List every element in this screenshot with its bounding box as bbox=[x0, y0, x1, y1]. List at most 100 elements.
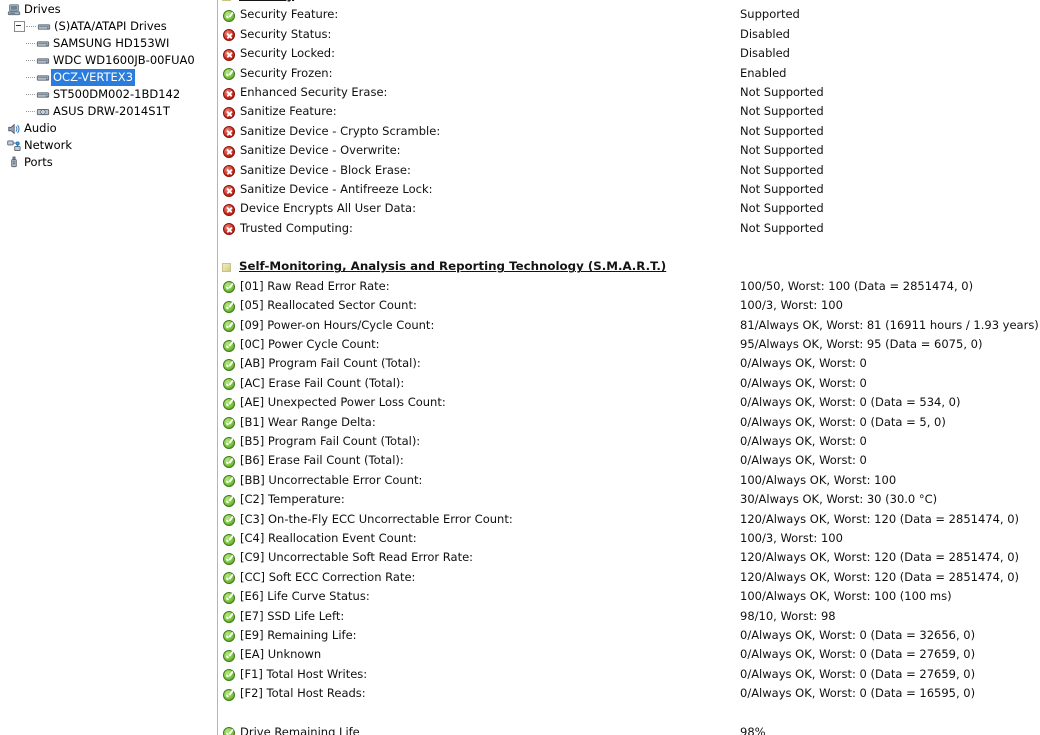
detail-value: Not Supported bbox=[740, 143, 824, 158]
detail-label: Sanitize Device - Crypto Scramble: bbox=[240, 123, 441, 138]
status-not-supported-icon bbox=[223, 223, 235, 236]
detail-value: 0/Always OK, Worst: 0 (Data = 16595, 0) bbox=[740, 686, 976, 701]
detail-row[interactable]: [F2] Total Host Reads: 0/Always OK, Worst… bbox=[218, 684, 1040, 703]
tree-collapse-toggle[interactable] bbox=[14, 21, 25, 32]
tree-item-drives[interactable]: Drives bbox=[0, 1, 217, 18]
detail-row[interactable]: [09] Power-on Hours/Cycle Count: 81/Alway… bbox=[218, 316, 1040, 335]
tree-item-audio[interactable]: Audio bbox=[0, 120, 217, 137]
detail-value: Not Supported bbox=[740, 181, 824, 196]
detail-value: Supported bbox=[740, 7, 800, 22]
detail-label: [C4] Reallocation Event Count: bbox=[240, 530, 417, 545]
status-ok-icon bbox=[223, 611, 235, 624]
status-not-supported-icon bbox=[223, 165, 235, 178]
detail-row[interactable]: Trusted Computing: Not Supported bbox=[218, 219, 1040, 238]
drive-icon bbox=[35, 71, 51, 85]
detail-label: [05] Reallocated Sector Count: bbox=[240, 298, 417, 313]
detail-row[interactable]: Security Frozen: Enabled bbox=[218, 64, 1040, 83]
detail-row[interactable]: [C2] Temperature: 30/Always OK, Worst: 30… bbox=[218, 490, 1040, 509]
network-icon bbox=[6, 139, 22, 153]
status-ok-icon bbox=[223, 359, 235, 372]
tree-item-st500dm002-1bd142[interactable]: ST500DM002-1BD142 bbox=[0, 86, 217, 103]
status-ok-icon bbox=[223, 300, 235, 313]
status-ok-icon bbox=[223, 397, 235, 410]
detail-row[interactable]: [AB] Program Fail Count (Total): 0/Always… bbox=[218, 354, 1040, 373]
status-ok-icon bbox=[223, 475, 235, 488]
optical-drive-icon bbox=[35, 105, 51, 119]
detail-value: 0/Always OK, Worst: 0 bbox=[740, 433, 867, 448]
detail-value: 120/Always OK, Worst: 120 (Data = 285147… bbox=[740, 550, 1020, 565]
detail-value: 0/Always OK, Worst: 0 (Data = 534, 0) bbox=[740, 395, 961, 410]
status-ok-icon bbox=[223, 417, 235, 430]
detail-row[interactable]: [B1] Wear Range Delta: 0/Always OK, Worst… bbox=[218, 413, 1040, 432]
device-tree-sidebar[interactable]: Drives (S)ATA/ATAPI Drives SAMSUNG HD153WI… bbox=[0, 0, 218, 735]
detail-row[interactable]: Device Encrypts All User Data: Not Suppor… bbox=[218, 199, 1040, 218]
detail-label: Trusted Computing: bbox=[240, 220, 353, 235]
detail-row[interactable]: [B6] Erase Fail Count (Total): 0/Always O… bbox=[218, 451, 1040, 470]
detail-row[interactable]: Security Feature: Supported bbox=[218, 5, 1040, 24]
detail-row[interactable]: Sanitize Device - Overwrite: Not Supporte… bbox=[218, 141, 1040, 160]
detail-row[interactable]: [E9] Remaining Life: 0/Always OK, Worst: … bbox=[218, 626, 1040, 645]
drive-icon bbox=[35, 54, 51, 68]
tree-item-samsung-hd153wi[interactable]: SAMSUNG HD153WI bbox=[0, 35, 217, 52]
detail-value: 81/Always OK, Worst: 81 (16911 hours / 1… bbox=[740, 317, 1039, 332]
detail-row[interactable]: Security Locked: Disabled bbox=[218, 44, 1040, 63]
detail-row[interactable]: [BB] Uncorrectable Error Count: 100/Alway… bbox=[218, 471, 1040, 490]
detail-label: Sanitize Device - Overwrite: bbox=[240, 143, 401, 158]
status-not-supported-icon bbox=[223, 145, 235, 158]
detail-label: [C9] Uncorrectable Soft Read Error Rate: bbox=[240, 550, 474, 565]
status-ok-icon bbox=[223, 514, 235, 527]
tree-item-wdc-wd1600jb-00fua0[interactable]: WDC WD1600JB-00FUA0 bbox=[0, 52, 217, 69]
section-bullet-icon bbox=[222, 0, 231, 1]
detail-row[interactable]: Sanitize Device - Antifreeze Lock: Not Su… bbox=[218, 180, 1040, 199]
detail-value: 120/Always OK, Worst: 120 (Data = 285147… bbox=[740, 511, 1020, 526]
status-ok-icon bbox=[223, 320, 235, 333]
detail-row[interactable]: [F1] Total Host Writes: 0/Always OK, Wors… bbox=[218, 665, 1040, 684]
detail-row[interactable]: [05] Reallocated Sector Count: 100/3, Wor… bbox=[218, 296, 1040, 315]
detail-row[interactable]: [0C] Power Cycle Count: 95/Always OK, Wor… bbox=[218, 335, 1040, 354]
tree-item-asus-drw-2014s1t[interactable]: ASUS DRW-2014S1T bbox=[0, 103, 217, 120]
tree-item-s-ata-atapi-drives[interactable]: (S)ATA/ATAPI Drives bbox=[0, 18, 217, 35]
detail-row[interactable]: Sanitize Feature: Not Supported bbox=[218, 102, 1040, 121]
detail-value: 100/3, Worst: 100 bbox=[740, 298, 843, 313]
detail-row[interactable]: [C3] On-the-Fly ECC Uncorrectable Error … bbox=[218, 510, 1040, 529]
detail-row[interactable]: Security Status: Disabled bbox=[218, 25, 1040, 44]
detail-row[interactable]: Enhanced Security Erase: Not Supported bbox=[218, 83, 1040, 102]
smart-section-header: Self-Monitoring, Analysis and Reporting … bbox=[218, 257, 1040, 276]
detail-row[interactable]: [C9] Uncorrectable Soft Read Error Rate:… bbox=[218, 548, 1040, 567]
detail-value: 0/Always OK, Worst: 0 bbox=[740, 453, 867, 468]
detail-row[interactable]: Sanitize Device - Block Erase: Not Suppor… bbox=[218, 161, 1040, 180]
status-cell bbox=[223, 726, 235, 735]
detail-value: 0/Always OK, Worst: 0 (Data = 27659, 0) bbox=[740, 666, 976, 681]
detail-row[interactable]: [AE] Unexpected Power Loss Count: 0/Alway… bbox=[218, 393, 1040, 412]
detail-row[interactable]: [C4] Reallocation Event Count: 100/3, Wor… bbox=[218, 529, 1040, 548]
detail-row[interactable]: [CC] Soft ECC Correction Rate: 120/Always… bbox=[218, 568, 1040, 587]
detail-label: [B6] Erase Fail Count (Total): bbox=[240, 453, 404, 468]
status-ok-icon bbox=[223, 9, 235, 22]
detail-row[interactable]: [B5] Program Fail Count (Total): 0/Always… bbox=[218, 432, 1040, 451]
detail-row[interactable]: Sanitize Device - Crypto Scramble: Not Su… bbox=[218, 122, 1040, 141]
tree-item-ocz-vertex3[interactable]: OCZ-VERTEX3 bbox=[0, 69, 217, 86]
detail-value: 120/Always OK, Worst: 120 (Data = 285147… bbox=[740, 569, 1020, 584]
detail-row[interactable]: [E7] SSD Life Left: 98/10, Worst: 98 bbox=[218, 607, 1040, 626]
section-title: Self-Monitoring, Analysis and Reporting … bbox=[239, 259, 667, 274]
status-ok-icon bbox=[223, 649, 235, 662]
tree-item-network[interactable]: Network bbox=[0, 137, 217, 154]
detail-row[interactable]: [01] Raw Read Error Rate: 100/50, Worst: … bbox=[218, 277, 1040, 296]
detail-row[interactable]: [AC] Erase Fail Count (Total): 0/Always O… bbox=[218, 374, 1040, 393]
tree-item-label: Drives bbox=[24, 2, 61, 16]
detail-row[interactable]: [E6] Life Curve Status: 100/Always OK, Wo… bbox=[218, 587, 1040, 606]
device-tree[interactable]: Drives (S)ATA/ATAPI Drives SAMSUNG HD153WI… bbox=[0, 1, 217, 171]
status-not-supported-icon bbox=[223, 184, 235, 197]
status-not-supported-icon bbox=[223, 48, 235, 61]
tree-item-ports[interactable]: Ports bbox=[0, 154, 217, 171]
detail-value: Disabled bbox=[740, 26, 790, 41]
detail-label: Enhanced Security Erase: bbox=[240, 84, 388, 99]
detail-row[interactable]: Drive Remaining Life 98% bbox=[218, 723, 1040, 735]
drive-icon bbox=[36, 20, 52, 34]
detail-label: [CC] Soft ECC Correction Rate: bbox=[240, 569, 416, 584]
tree-item-label: Ports bbox=[24, 155, 53, 169]
status-ok-icon bbox=[223, 533, 235, 546]
detail-value: 100/Always OK, Worst: 100 bbox=[740, 472, 897, 487]
detail-row[interactable]: [EA] Unknown 0/Always OK, Worst: 0 (Data … bbox=[218, 645, 1040, 664]
details-pane[interactable]: SecuritySecurity Feature:SupportedSecuri… bbox=[218, 0, 1040, 735]
